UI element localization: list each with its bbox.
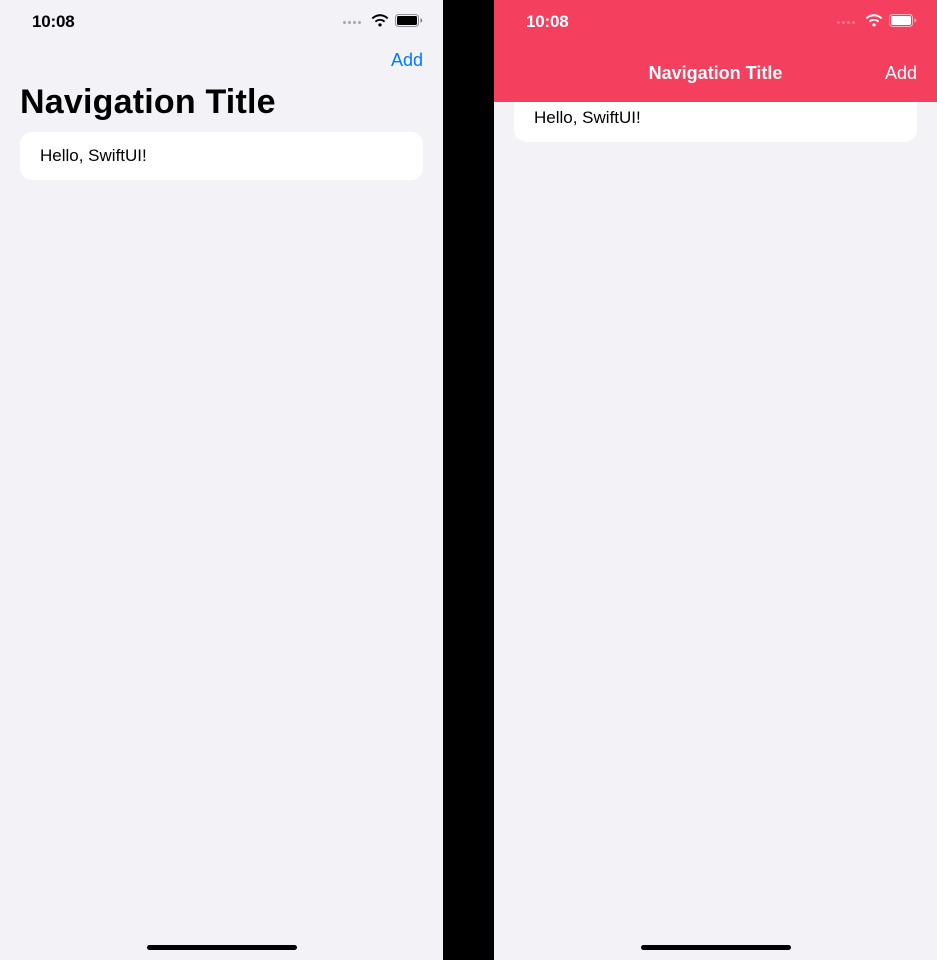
battery-icon — [889, 12, 917, 32]
nav-inline-bar: Navigation Title Add — [494, 44, 937, 102]
status-indicators — [343, 12, 423, 32]
status-time: 10:08 — [32, 12, 74, 32]
status-bar: 10:08 — [0, 0, 443, 44]
nav-large-title: Navigation Title — [0, 77, 443, 132]
status-time: 10:08 — [526, 12, 568, 32]
screenshot-divider — [443, 0, 494, 960]
home-indicator[interactable] — [147, 945, 297, 950]
battery-icon — [395, 12, 423, 32]
list-cell-text: Hello, SwiftUI! — [534, 108, 641, 127]
add-button[interactable]: Add — [391, 50, 423, 71]
cellular-dots-icon — [837, 21, 855, 24]
phone-screen-right: 10:08 Navigation Title — [494, 0, 937, 960]
list[interactable]: Hello, SwiftUI! — [0, 132, 443, 180]
status-indicators — [837, 12, 917, 32]
wifi-icon — [865, 12, 883, 32]
add-button[interactable]: Add — [885, 63, 917, 84]
list-cell-text: Hello, SwiftUI! — [40, 146, 147, 165]
list[interactable]: Hello, SwiftUI! — [494, 102, 937, 142]
status-bar: 10:08 — [494, 0, 937, 44]
nav-inline-title: Navigation Title — [649, 63, 783, 84]
nav-toolbar: Add — [0, 44, 443, 77]
home-indicator[interactable] — [641, 945, 791, 950]
wifi-icon — [371, 12, 389, 32]
list-cell[interactable]: Hello, SwiftUI! — [514, 102, 917, 142]
list-cell[interactable]: Hello, SwiftUI! — [20, 132, 423, 180]
phone-screen-left: 10:08 Add Navigation — [0, 0, 443, 960]
cellular-dots-icon — [343, 21, 361, 24]
